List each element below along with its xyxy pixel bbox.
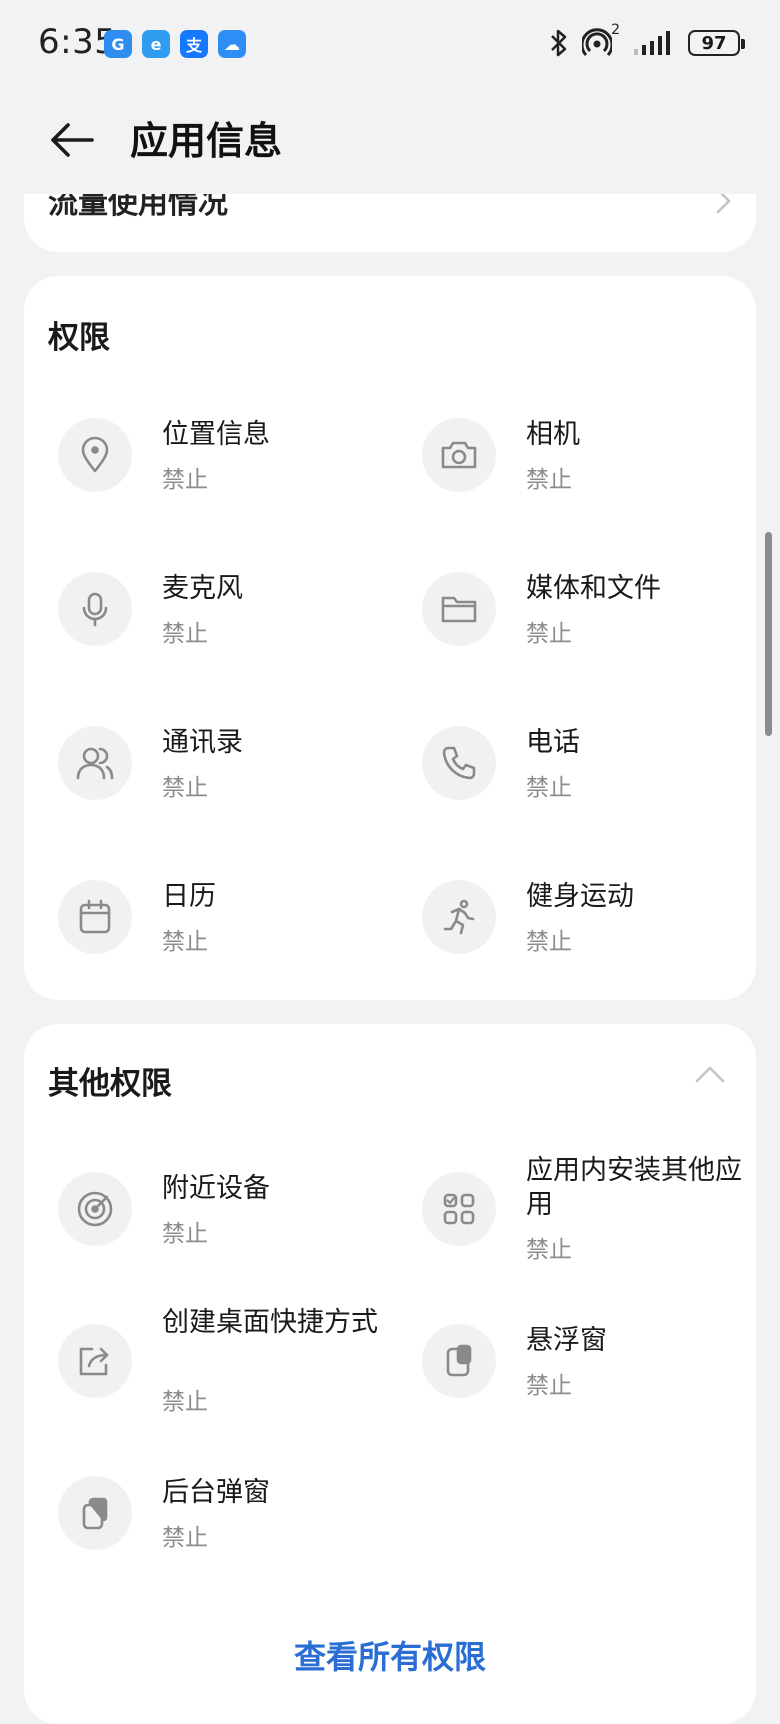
page-title: 应用信息 — [130, 119, 283, 163]
battery-indicator: 97 — [688, 30, 745, 56]
permission-status: 禁止 — [162, 621, 208, 647]
camera-icon — [422, 418, 496, 492]
permission-status: 禁止 — [162, 1389, 208, 1415]
bluetooth-icon — [551, 29, 567, 57]
permission-phone[interactable]: 电话 禁止 — [422, 726, 762, 846]
chevron-up-icon — [695, 1066, 725, 1083]
permission-location[interactable]: 位置信息 禁止 — [58, 418, 398, 538]
permissions-card: 权限 位置信息 禁止 相机 禁止 麦克风 禁止 媒体和文件 禁止 通讯录 禁止 … — [24, 276, 756, 1000]
other-permissions-card: 其他权限 附近设备 禁止 应用内安装其他应用 禁止 创建桌面快捷方式 禁止 悬浮… — [24, 1024, 756, 1724]
permissions-title: 权限 — [48, 320, 110, 356]
permission-media-files[interactable]: 媒体和文件 禁止 — [422, 572, 762, 692]
permission-fitness[interactable]: 健身运动 禁止 — [422, 880, 762, 1000]
status-bar: 6:35 G e 支 ☁ 2 97 — [0, 0, 780, 90]
permission-status: 禁止 — [526, 621, 572, 647]
permission-name: 后台弹窗 — [162, 1477, 270, 1508]
install-apps-icon — [422, 1172, 496, 1246]
g-app-icon: G — [104, 30, 132, 58]
permission-status: 禁止 — [526, 467, 572, 493]
permission-status: 禁止 — [162, 1525, 208, 1551]
nearby-devices-icon — [58, 1172, 132, 1246]
shortcut-icon — [58, 1324, 132, 1398]
hotspot-count: 2 — [611, 22, 620, 38]
permission-name: 创建桌面快捷方式 — [162, 1307, 378, 1338]
contacts-icon — [58, 726, 132, 800]
permission-create-shortcut[interactable]: 创建桌面快捷方式 禁止 — [58, 1307, 398, 1464]
status-indicators: 2 97 — [548, 22, 745, 58]
permission-name: 应用内安装其他应用 — [526, 1155, 742, 1220]
permission-contacts[interactable]: 通讯录 禁止 — [58, 726, 398, 846]
background-popup-icon — [58, 1476, 132, 1550]
microphone-icon — [58, 572, 132, 646]
signal-icon — [634, 31, 670, 55]
permission-name: 麦克风 — [162, 573, 243, 604]
chevron-right-icon — [716, 194, 731, 214]
floating-window-icon — [422, 1324, 496, 1398]
permission-camera[interactable]: 相机 禁止 — [422, 418, 762, 538]
collapse-button[interactable] — [694, 1064, 726, 1088]
data-usage-row[interactable]: 流量使用情况 — [24, 194, 756, 252]
running-icon — [422, 880, 496, 954]
view-all-permissions-link[interactable]: 查看所有权限 — [24, 1632, 756, 1678]
status-app-icons: G e 支 ☁ — [104, 30, 246, 58]
permission-nearby-devices[interactable]: 附近设备 禁止 — [58, 1172, 398, 1292]
hotspot-icon: 2 — [580, 22, 620, 58]
weather-icon: ☁ — [218, 30, 246, 58]
back-button[interactable] — [44, 112, 100, 168]
permission-background-popup[interactable]: 后台弹窗 禁止 — [58, 1476, 398, 1596]
permission-name: 相机 — [526, 419, 580, 450]
e-app-icon: e — [142, 30, 170, 58]
permission-microphone[interactable]: 麦克风 禁止 — [58, 572, 398, 692]
permission-floating-window[interactable]: 悬浮窗 禁止 — [422, 1324, 762, 1444]
permission-status: 禁止 — [162, 929, 208, 955]
permission-name: 悬浮窗 — [526, 1325, 607, 1356]
permission-status: 禁止 — [526, 1373, 572, 1399]
phone-icon — [422, 726, 496, 800]
permission-status: 禁止 — [162, 775, 208, 801]
folder-icon — [422, 572, 496, 646]
permission-status: 禁止 — [162, 1221, 208, 1247]
calendar-icon — [58, 880, 132, 954]
permission-name: 电话 — [526, 727, 580, 758]
permission-status: 禁止 — [162, 467, 208, 493]
permission-name: 附近设备 — [162, 1173, 270, 1204]
scrollbar[interactable] — [765, 532, 772, 736]
alipay-icon: 支 — [180, 30, 208, 58]
data-usage-label: 流量使用情况 — [48, 194, 228, 221]
permission-calendar[interactable]: 日历 禁止 — [58, 880, 398, 1000]
permission-name: 媒体和文件 — [526, 573, 661, 604]
permission-name: 位置信息 — [162, 419, 270, 450]
location-pin-icon — [58, 418, 132, 492]
permission-name: 健身运动 — [526, 881, 634, 912]
permission-status: 禁止 — [526, 775, 572, 801]
app-header: 应用信息 — [0, 100, 780, 180]
permission-status: 禁止 — [526, 1237, 572, 1263]
permission-name: 通讯录 — [162, 727, 243, 758]
other-permissions-title: 其他权限 — [48, 1066, 172, 1102]
permission-status: 禁止 — [526, 929, 572, 955]
permission-install-apps[interactable]: 应用内安装其他应用 禁止 — [422, 1155, 762, 1312]
permission-name: 日历 — [162, 881, 216, 912]
back-arrow-icon — [51, 123, 94, 157]
